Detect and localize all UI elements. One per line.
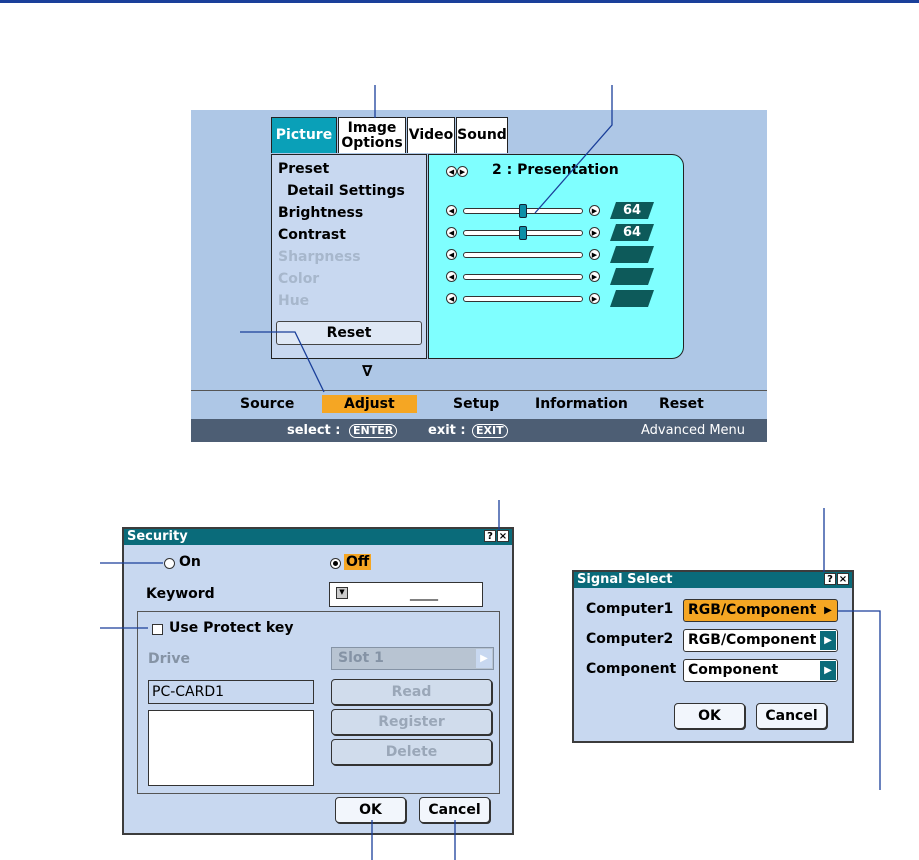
- callout-line: [240, 331, 325, 393]
- callout-lines: [100, 85, 881, 860]
- callout-line: [838, 610, 881, 790]
- callout-line: [534, 85, 613, 214]
